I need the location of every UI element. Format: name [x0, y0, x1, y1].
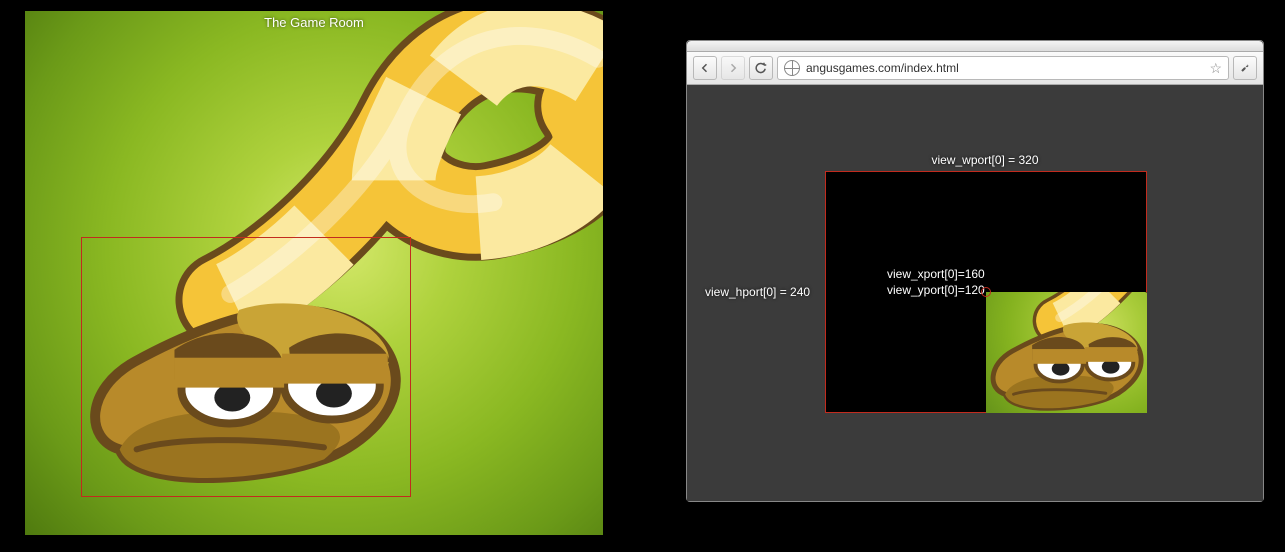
game-room-panel: The Game Room — [24, 10, 604, 536]
label-view-yport: view_yport[0]=120 — [887, 283, 985, 297]
browser-toolbar: angusgames.com/index.html ☆ — [687, 52, 1263, 85]
globe-icon — [784, 60, 800, 76]
arrow-right-icon — [727, 62, 739, 74]
browser-titlebar — [687, 41, 1263, 52]
reload-button[interactable] — [749, 56, 773, 80]
url-text: angusgames.com/index.html — [806, 61, 1203, 75]
label-view-wport: view_wport[0] = 320 — [825, 153, 1145, 167]
wrench-icon — [1239, 62, 1251, 74]
forward-button[interactable] — [721, 56, 745, 80]
game-room-title: The Game Room — [25, 15, 603, 30]
browser-page: view_wport[0] = 320 view_hport[0] = 240 … — [687, 85, 1263, 501]
port-visible-region — [986, 292, 1147, 413]
url-bar[interactable]: angusgames.com/index.html ☆ — [777, 56, 1229, 80]
port-origin-marker — [981, 287, 991, 297]
back-button[interactable] — [693, 56, 717, 80]
reload-icon — [755, 62, 767, 74]
snake-art-cropped — [986, 292, 1147, 413]
menu-button[interactable] — [1233, 56, 1257, 80]
label-view-hport: view_hport[0] = 240 — [705, 285, 810, 299]
label-view-xport: view_xport[0]=160 — [887, 267, 985, 281]
game-room: The Game Room — [24, 10, 604, 536]
arrow-left-icon — [699, 62, 711, 74]
snake-art — [25, 11, 603, 535]
browser-window: angusgames.com/index.html ☆ view_wport[0… — [686, 40, 1264, 502]
bookmark-star-icon[interactable]: ☆ — [1209, 61, 1222, 75]
